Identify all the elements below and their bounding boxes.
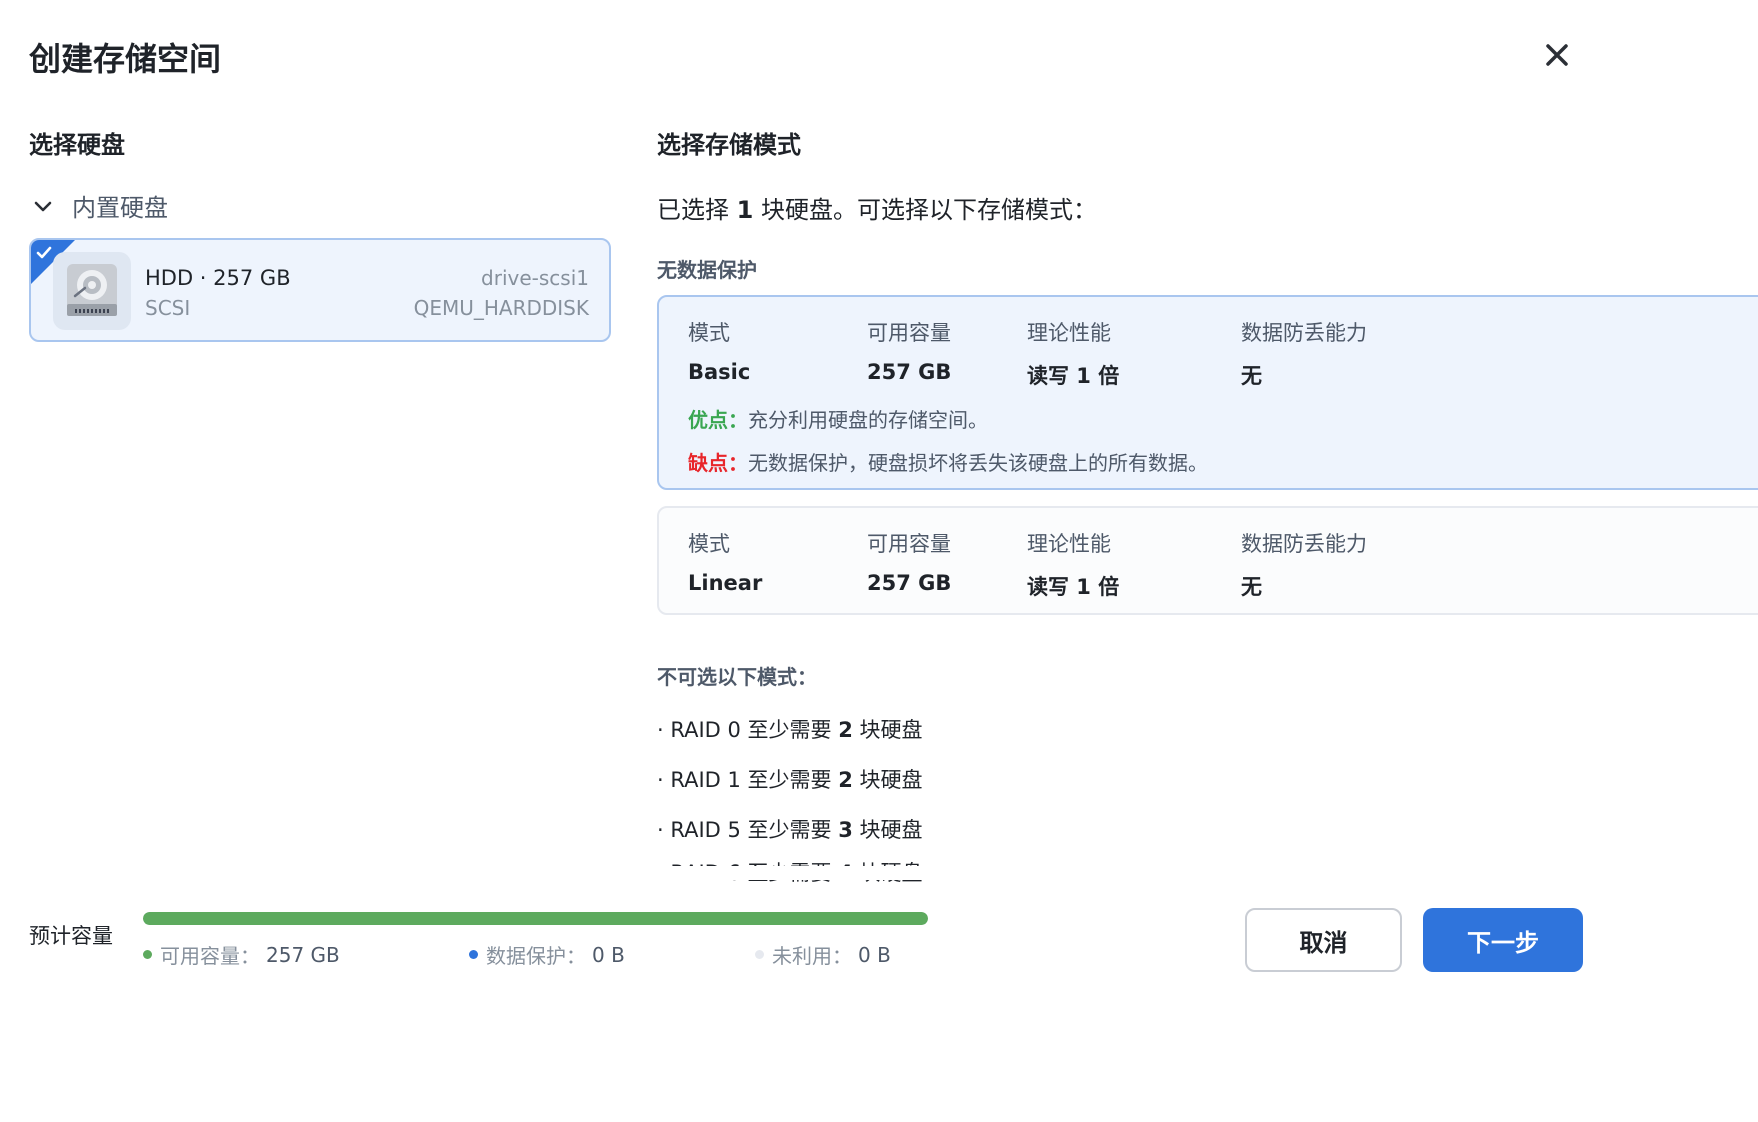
selection-summary: 已选择 1 块硬盘。可选择以下存储模式：: [657, 196, 1097, 224]
mode-protection: 无: [1241, 364, 1262, 388]
close-button[interactable]: [1540, 38, 1574, 72]
mode-capacity: 257 GB: [867, 571, 952, 595]
internal-disk-group-label: 内置硬盘: [72, 194, 168, 222]
mode-cons: 缺点：无数据保护，硬盘损坏将丢失该硬盘上的所有数据。: [688, 451, 1208, 475]
disk-model: QEMU_HARDDISK: [413, 296, 589, 320]
unavailable-label: 不可选以下模式：: [657, 665, 817, 689]
unavailable-raid-5: · RAID 5 至少需要 3 块硬盘: [657, 818, 923, 842]
unavailable-raid-1: · RAID 1 至少需要 2 块硬盘: [657, 768, 923, 792]
header-performance: 理论性能: [1027, 532, 1111, 556]
mode-card-basic[interactable]: 模式 可用容量 理论性能 数据防丢能力 Basic 257 GB 读写 1 倍 …: [657, 295, 1758, 490]
disk-bus: SCSI: [145, 296, 191, 320]
legend-dot-available: [143, 950, 152, 959]
legend-protection: 数据保护： 0 B: [469, 940, 625, 969]
storage-mode-heading: 选择存储模式: [657, 131, 801, 159]
mode-name: Basic: [688, 360, 751, 384]
legend-dot-unused: [755, 950, 764, 959]
mode-performance: 读写 1 倍: [1027, 575, 1120, 599]
mode-pros: 优点：充分利用硬盘的存储空间。: [688, 408, 988, 432]
header-performance: 理论性能: [1027, 321, 1111, 345]
select-disk-heading: 选择硬盘: [29, 131, 125, 159]
dialog-title: 创建存储空间: [29, 40, 222, 78]
disk-name: HDD · 257 GB: [145, 266, 291, 290]
legend-unused: 未利用： 0 B: [755, 940, 891, 969]
capacity-bar: [143, 912, 928, 925]
disk-card[interactable]: HDD · 257 GB SCSI drive-scsi1 QEMU_HARDD…: [29, 238, 611, 342]
cancel-button[interactable]: 取消: [1245, 908, 1402, 972]
selected-count: 1: [736, 196, 754, 224]
capacity-bar-fill: [143, 912, 928, 925]
chevron-down-icon: [34, 201, 52, 211]
mode-performance: 读写 1 倍: [1027, 364, 1120, 388]
disk-id: drive-scsi1: [481, 266, 589, 290]
header-capacity: 可用容量: [867, 532, 951, 556]
mode-capacity: 257 GB: [867, 360, 952, 384]
internal-disk-group-toggle[interactable]: 内置硬盘: [32, 188, 168, 223]
header-protection: 数据防丢能力: [1241, 532, 1367, 556]
header-mode: 模式: [688, 321, 730, 345]
mode-protection: 无: [1241, 575, 1262, 599]
mode-name: Linear: [688, 571, 763, 595]
unavailable-raid-0: · RAID 0 至少需要 2 块硬盘: [657, 718, 923, 742]
close-icon: [1546, 44, 1568, 66]
header-mode: 模式: [688, 532, 730, 556]
mode-card-linear[interactable]: 模式 可用容量 理论性能 数据防丢能力 Linear 257 GB 读写 1 倍…: [657, 506, 1758, 615]
scroll-clip: [640, 866, 1758, 880]
next-button[interactable]: 下一步: [1423, 908, 1583, 972]
check-icon: [36, 246, 52, 259]
no-protection-label: 无数据保护: [657, 258, 757, 282]
estimated-capacity-label: 预计容量: [29, 924, 113, 948]
hdd-icon: [53, 252, 131, 330]
legend-dot-protection: [469, 950, 478, 959]
header-protection: 数据防丢能力: [1241, 321, 1367, 345]
legend-available: 可用容量： 257 GB: [143, 940, 340, 969]
header-capacity: 可用容量: [867, 321, 951, 345]
